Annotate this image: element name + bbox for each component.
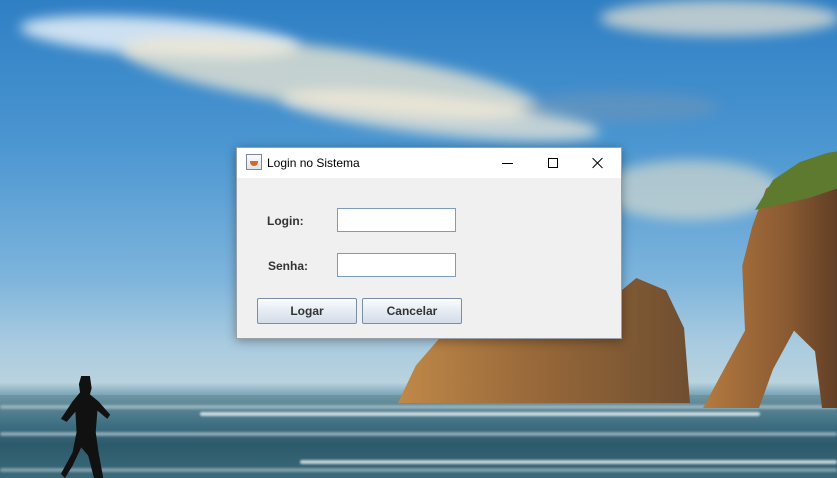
maximize-button[interactable] <box>530 148 576 178</box>
maximize-icon <box>548 158 558 168</box>
minimize-icon <box>501 162 513 164</box>
java-cup-icon <box>246 154 262 170</box>
minimize-button[interactable] <box>484 148 530 178</box>
password-label: Senha: <box>268 259 309 273</box>
wave <box>200 412 760 416</box>
wave <box>300 460 837 464</box>
window-title: Login no Sistema <box>267 156 360 170</box>
login-button[interactable]: Logar <box>257 298 357 324</box>
login-input[interactable] <box>337 208 456 232</box>
close-button[interactable] <box>575 148 621 178</box>
title-bar[interactable]: Login no Sistema <box>237 148 621 178</box>
login-label: Login: <box>267 214 304 228</box>
wave <box>0 468 837 472</box>
password-input[interactable] <box>337 253 456 277</box>
login-dialog: Login no Sistema Login: Senha: Logar Can… <box>236 147 622 339</box>
cancel-button[interactable]: Cancelar <box>362 298 462 324</box>
cloud <box>520 92 720 122</box>
wave <box>0 432 837 436</box>
cloud <box>600 0 837 36</box>
close-icon <box>592 157 604 169</box>
cloud <box>600 160 780 220</box>
